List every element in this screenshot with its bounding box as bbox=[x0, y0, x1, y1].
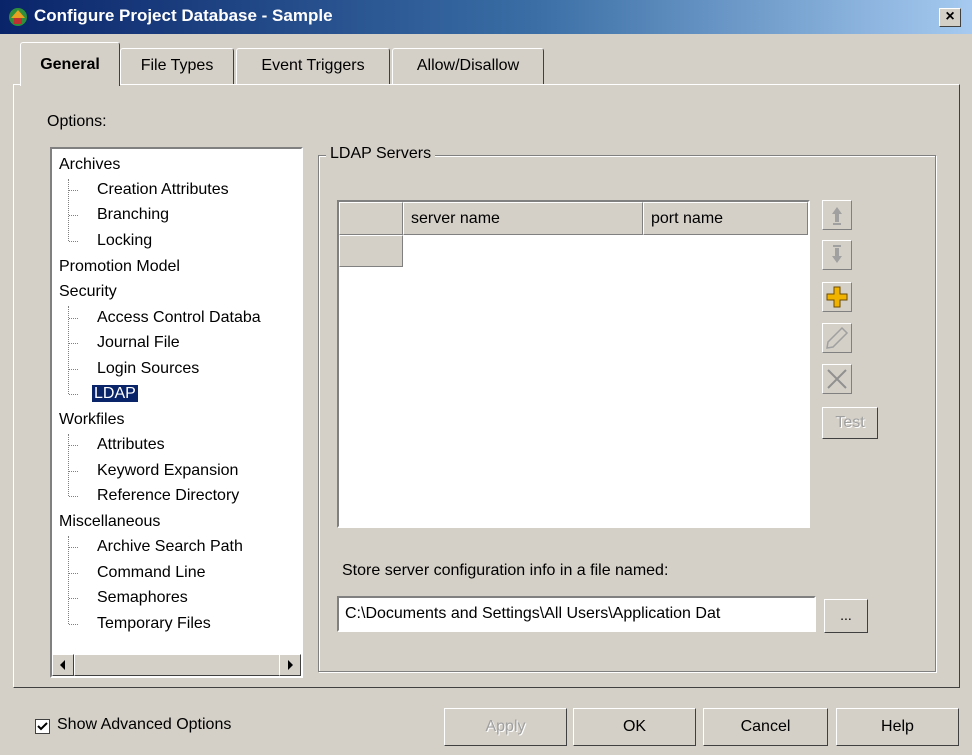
scroll-left-button[interactable] bbox=[52, 654, 74, 676]
tree-item-promotion-model[interactable]: Promotion Model bbox=[59, 255, 180, 279]
tree-item-login-sources[interactable]: Login Sources bbox=[97, 357, 199, 381]
delete-server-button[interactable] bbox=[822, 364, 852, 394]
ldap-server-table[interactable]: server name port name bbox=[337, 200, 810, 528]
show-advanced-checkbox[interactable] bbox=[35, 719, 50, 734]
tree-connector bbox=[69, 318, 78, 319]
window-title: Configure Project Database - Sample bbox=[34, 6, 333, 25]
tree-item-semaphores[interactable]: Semaphores bbox=[97, 586, 188, 610]
store-config-label: Store server configuration info in a fil… bbox=[342, 562, 669, 579]
ldap-servers-title: LDAP Servers bbox=[326, 145, 436, 163]
tree-connector bbox=[68, 179, 69, 241]
tree-connector bbox=[69, 598, 78, 599]
tree-connector bbox=[69, 547, 78, 548]
tree-connector bbox=[69, 471, 78, 472]
checkmark-icon bbox=[37, 722, 48, 731]
tab-allow-disallow[interactable]: Allow/Disallow bbox=[392, 48, 544, 84]
table-corner-header bbox=[339, 202, 403, 235]
tree-horizontal-scrollbar[interactable] bbox=[52, 654, 301, 676]
config-file-path-input[interactable]: C:\Documents and Settings\All Users\Appl… bbox=[337, 596, 816, 632]
close-button[interactable]: × bbox=[939, 8, 961, 27]
ok-button[interactable]: OK bbox=[573, 708, 696, 746]
apply-button[interactable]: Apply bbox=[444, 708, 567, 746]
tree-item-ldap-label: LDAP bbox=[92, 385, 138, 402]
options-tree[interactable]: Archives Creation Attributes Branching L… bbox=[50, 147, 303, 678]
row-header[interactable] bbox=[339, 235, 403, 267]
add-server-button[interactable] bbox=[822, 282, 852, 312]
show-advanced-label[interactable]: Show Advanced Options bbox=[57, 716, 231, 734]
options-label: Options: bbox=[47, 113, 107, 130]
tree-connector bbox=[68, 434, 69, 496]
arrow-down-icon bbox=[832, 245, 842, 263]
tree-connector bbox=[69, 573, 78, 574]
active-tab-joint bbox=[21, 83, 119, 86]
tree-connector bbox=[68, 536, 69, 624]
tree-item-miscellaneous[interactable]: Miscellaneous bbox=[59, 510, 160, 534]
edit-server-button[interactable] bbox=[822, 323, 852, 353]
tree-item-locking[interactable]: Locking bbox=[97, 229, 152, 253]
arrow-left-icon bbox=[60, 660, 65, 670]
test-button[interactable]: Test bbox=[822, 407, 878, 439]
tree-connector bbox=[69, 496, 78, 497]
tree-item-access-control-database[interactable]: Access Control Databa bbox=[97, 306, 261, 330]
help-button[interactable]: Help bbox=[836, 708, 959, 746]
tree-connector bbox=[69, 445, 78, 446]
tree-item-temporary-files[interactable]: Temporary Files bbox=[97, 612, 211, 636]
column-header-server-name[interactable]: server name bbox=[403, 202, 643, 235]
scroll-thumb[interactable] bbox=[74, 654, 280, 676]
tree-connector bbox=[69, 190, 78, 191]
tree-item-security[interactable]: Security bbox=[59, 280, 117, 304]
tree-connector bbox=[69, 343, 78, 344]
x-icon bbox=[827, 369, 847, 389]
tree-item-journal-file[interactable]: Journal File bbox=[97, 331, 180, 355]
cancel-button[interactable]: Cancel bbox=[703, 708, 828, 746]
move-up-button[interactable] bbox=[822, 200, 852, 230]
tree-item-keyword-expansion[interactable]: Keyword Expansion bbox=[97, 459, 238, 483]
tree-item-workfiles[interactable]: Workfiles bbox=[59, 408, 125, 432]
tree-item-archives[interactable]: Archives bbox=[59, 153, 120, 177]
tree-connector bbox=[68, 306, 69, 394]
tree-connector bbox=[69, 215, 78, 216]
tree-item-attributes[interactable]: Attributes bbox=[97, 433, 165, 457]
tree-item-creation-attributes[interactable]: Creation Attributes bbox=[97, 178, 229, 202]
tree-item-command-line[interactable]: Command Line bbox=[97, 561, 206, 585]
tree-connector bbox=[69, 369, 78, 370]
pencil-icon bbox=[826, 326, 849, 349]
tree-connector bbox=[69, 624, 78, 625]
tree-item-reference-directory[interactable]: Reference Directory bbox=[97, 484, 239, 508]
tab-file-types[interactable]: File Types bbox=[120, 48, 234, 84]
arrow-up-icon bbox=[832, 207, 842, 225]
column-header-port-name[interactable]: port name bbox=[643, 202, 808, 235]
arrow-right-icon bbox=[288, 660, 293, 670]
tree-connector bbox=[69, 241, 78, 242]
move-down-button[interactable] bbox=[822, 240, 852, 270]
tree-connector bbox=[69, 394, 78, 395]
tree-item-archive-search-path[interactable]: Archive Search Path bbox=[97, 535, 243, 559]
tab-event-triggers[interactable]: Event Triggers bbox=[236, 48, 390, 84]
app-icon bbox=[9, 8, 27, 26]
plus-icon bbox=[826, 286, 848, 308]
browse-button[interactable]: ... bbox=[824, 599, 868, 633]
tab-general[interactable]: General bbox=[20, 42, 120, 86]
tree-item-ldap[interactable]: LDAP bbox=[92, 382, 138, 406]
tree-item-branching[interactable]: Branching bbox=[97, 203, 169, 227]
scroll-right-button[interactable] bbox=[279, 654, 301, 676]
